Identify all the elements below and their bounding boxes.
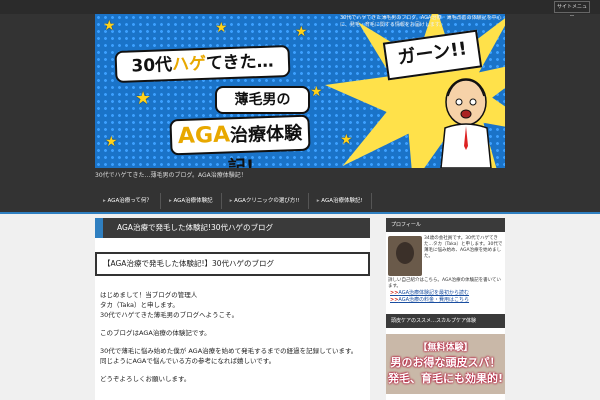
star-icon: ★ [295, 24, 308, 40]
profile-note-text: 詳しい自己紹介はこちら。AGA治療の体験記を書いています。 [388, 278, 501, 289]
header-banner[interactable]: ★ ★ ★ ★ ★ ★ ★ 30代ハゲてきた… 薄毛男の AGA治療体験記! ガ… [95, 14, 505, 168]
article-paragraph: 30代でハゲてきた薄毛男のブログへようこそ。 [100, 311, 239, 319]
star-icon: ★ [340, 132, 353, 148]
star-icon: ★ [105, 134, 118, 150]
article-body: はじめまして！当ブログの管理人 タカ（Taka）と申します。 30代でハゲてきた… [100, 290, 365, 384]
sidebar: プロフィール 34歳の会社員です。30代でハゲてきた…タカ（Taka）と申します… [386, 218, 505, 400]
avatar-head [396, 242, 414, 264]
banner-title-line1: 30代ハゲてきた… [114, 44, 291, 84]
star-icon: ★ [215, 20, 228, 36]
article-paragraph: タカ（Taka）と申します。 [100, 301, 179, 309]
star-icon: ★ [310, 84, 323, 100]
star-icon: ★ [135, 88, 152, 109]
shocked-man-illustration [440, 78, 492, 168]
nav-item-aga-diary[interactable]: AGA治療体験記 [161, 193, 222, 209]
article-paragraph: 30代で薄毛に悩み始めた僕が AGA治療を始めて発毛するまでの経過を記録していま… [100, 347, 358, 355]
top-bar: サイトメニュー [0, 0, 600, 20]
promo-banner[interactable]: 【無料体験】 男のお得な頭皮スパ！ 発毛、育毛にも効果的! [386, 334, 505, 394]
article-paragraph: どうぞよろしくお願いします。 [100, 375, 191, 383]
promo-line2: 男のお得な頭皮スパ！ [390, 356, 501, 369]
sidebar-link-diary[interactable]: >>AGA治療体験記を最初から読む [388, 290, 504, 297]
avatar [388, 236, 422, 276]
nav-item-clinic-guide[interactable]: AGAクリニックの選び方!! [222, 193, 309, 209]
site-description: 30代でハゲてきた薄毛男のブログ。AGA治療・薄毛改善の体験記を中心に、発毛・育… [340, 15, 502, 28]
banner-title-line3: AGA治療体験記! [169, 114, 311, 168]
nav-item-aga-report[interactable]: AGA治療体験記! [309, 193, 372, 209]
promo-heading: 頭皮ケアのススメ…スカルプケア体験 [386, 314, 505, 328]
article-paragraph: このブログはAGA治療の体験記です。 [100, 329, 211, 337]
article-paragraph: 同じようにAGAで悩んでいる方の参考になれば嬉しいです。 [100, 357, 276, 365]
banner-title-line2: 薄毛男の [215, 86, 310, 114]
nav-item-about-aga[interactable]: AGA治療って何？ [95, 193, 161, 209]
promo-line1: 【無料体験】 [418, 343, 473, 353]
profile-heading: プロフィール [386, 218, 505, 232]
star-icon: ★ [103, 18, 116, 34]
site-menu-button[interactable]: サイトメニュー [554, 1, 590, 20]
global-nav: AGA治療って何？ AGA治療体験記 AGAクリニックの選び方!! AGA治療体… [95, 193, 505, 209]
site-tagline: 30代でハゲてきた…薄毛男のブログ。AGA治療体験記！ [95, 172, 247, 179]
sidebar-link-cost[interactable]: >>AGA治療の料金・費用はこちら [388, 297, 504, 304]
link-label: AGA治療の料金・費用はこちら [398, 297, 470, 303]
profile-note: 詳しい自己紹介はこちら。AGA治療の体験記を書いています。 >>AGA治療体験記… [388, 278, 504, 304]
article-title: AGA治療で発毛した体験記!30代ハゲのブログ [95, 218, 370, 238]
article-paragraph: はじめまして！当ブログの管理人 [100, 291, 198, 299]
link-label: AGA治療体験記を最初から読む [398, 290, 470, 296]
promo-line3: 発毛、育毛にも効果的! [387, 372, 504, 385]
intro-heading-box: 【AGA治療で発毛した体験記!】30代ハゲのブログ [95, 252, 370, 276]
profile-text: 34歳の会社員です。30代でハゲてきた…タカ（Taka）と申します。30代で薄毛… [424, 236, 503, 259]
profile-widget: 34歳の会社員です。30代でハゲてきた…タカ（Taka）と申します。30代で薄毛… [386, 236, 505, 304]
